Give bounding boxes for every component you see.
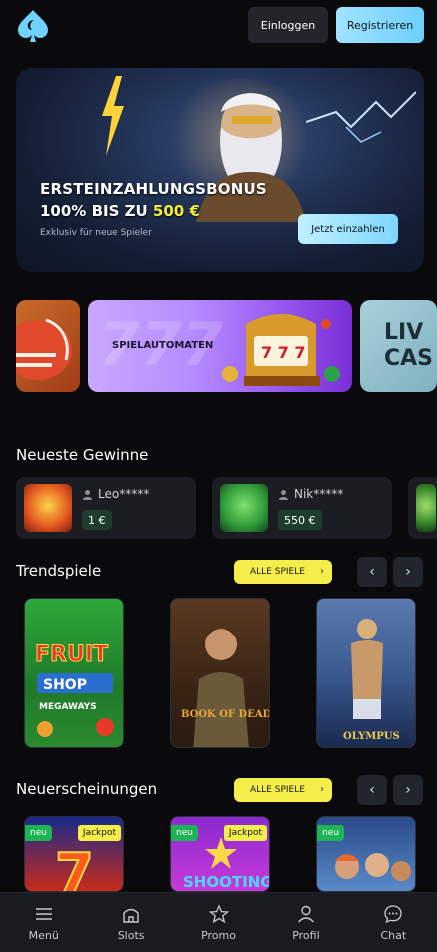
latest-wins-list: Leo***** 1 € Nik***** 550 € <box>16 477 437 541</box>
game-card-new-1[interactable]: 7 neu Jackpot <box>24 816 124 892</box>
nav-promo[interactable]: Promo <box>175 893 262 952</box>
hamburger-menu-icon <box>35 908 52 920</box>
category-sports-card[interactable] <box>16 300 80 392</box>
svg-text:FRUIT: FRUIT <box>35 642 108 667</box>
win-user: Leo***** <box>82 487 149 501</box>
user-icon <box>279 489 288 500</box>
new-releases-all-games-button[interactable]: ALLE SPIELE › <box>234 778 332 802</box>
live-label-line1: LIV <box>384 320 424 345</box>
slot-machine-icon: 7 7 7 <box>222 314 340 386</box>
spade-logo-icon[interactable] <box>16 8 50 44</box>
svg-text:MEGAWAYS: MEGAWAYS <box>39 702 97 712</box>
lightning-streak <box>306 91 416 143</box>
category-live-casino-card[interactable]: LIV CAS <box>360 300 437 392</box>
chevron-right-icon: › <box>405 782 411 798</box>
chevron-right-icon: › <box>320 784 324 795</box>
game-thumbnail <box>24 484 72 532</box>
banner-offer-prefix: 100% BIS ZU <box>40 202 148 220</box>
win-card[interactable] <box>408 477 437 539</box>
jackpot-badge: Jackpot <box>77 825 121 841</box>
trending-prev-button[interactable]: ‹ <box>357 557 387 587</box>
category-slots-card[interactable]: 777 SPIELAUTOMATEN 7 7 7 <box>88 300 352 392</box>
user-profile-icon <box>297 905 314 923</box>
jackpot-badge: Jackpot <box>223 825 267 841</box>
game-card-fruit-shop[interactable]: FRUIT SHOP MEGAWAYS <box>24 598 124 748</box>
live-label-line2: CAS <box>384 346 434 371</box>
svg-text:7: 7 <box>55 842 94 892</box>
chevron-right-icon: › <box>320 566 324 577</box>
svg-text:BOOK OF DEAD: BOOK OF DEAD <box>181 709 270 720</box>
win-card[interactable]: Leo***** 1 € <box>16 477 196 539</box>
game-card-new-3[interactable]: neu <box>316 816 416 892</box>
latest-wins-title: Neueste Gewinne <box>16 446 149 464</box>
win-amount: 1 € <box>82 510 112 530</box>
user-icon <box>83 489 92 500</box>
game-thumbnail <box>220 484 268 532</box>
all-games-label: ALLE SPIELE <box>250 567 305 577</box>
chat-bubble-icon <box>384 905 402 924</box>
bottom-navigation: Menü Slots Promo Profil Chat <box>0 892 437 952</box>
football-helmet-icon <box>16 318 72 380</box>
nav-chat[interactable]: Chat <box>350 893 437 952</box>
banner-offer: 100% BIS ZU 500 € <box>40 200 200 222</box>
svg-text:SHOOTING: SHOOTING <box>183 873 270 891</box>
header: Einloggen Registrieren <box>0 0 437 52</box>
first-deposit-bonus-banner[interactable]: ERSTEINZAHLUNGSBONUS 100% BIS ZU 500 € E… <box>16 68 424 272</box>
olympus-artwork: OLYMPUS <box>343 619 400 742</box>
win-username: Nik***** <box>294 487 344 501</box>
category-slots-label: SPIELAUTOMATEN <box>112 340 214 351</box>
game-card-book-of-dead[interactable]: BOOK OF DEAD <box>170 598 270 748</box>
new-releases-next-button[interactable]: › <box>393 775 423 805</box>
game-card-new-2[interactable]: SHOOTING neu Jackpot <box>170 816 270 892</box>
nav-menu-label: Menü <box>28 929 59 942</box>
banner-subtitle: Exklusiv für neue Spieler <box>40 228 152 238</box>
new-badge: neu <box>171 825 198 841</box>
home-arch-icon <box>123 908 139 923</box>
trending-title: Trendspiele <box>16 562 102 580</box>
fruit-shop-artwork: FRUIT SHOP MEGAWAYS <box>35 642 114 737</box>
nav-profile-label: Profil <box>292 929 320 942</box>
win-amount: 550 € <box>278 510 322 530</box>
new-releases-title: Neuerscheinungen <box>16 780 158 798</box>
deposit-now-button[interactable]: Jetzt einzahlen <box>298 214 398 244</box>
category-carousel[interactable]: 777 SPIELAUTOMATEN 7 7 7 LIV CAS <box>0 300 437 392</box>
lightning-bolt-icon <box>102 76 124 156</box>
nav-menu[interactable]: Menü <box>0 893 87 952</box>
banner-offer-amount: 500 € <box>152 202 200 220</box>
nav-promo-label: Promo <box>201 929 236 942</box>
banner-title: ERSTEINZAHLUNGSBONUS <box>40 180 267 198</box>
svg-text:OLYMPUS: OLYMPUS <box>343 731 400 742</box>
star-icon <box>208 904 229 924</box>
new-releases-prev-button[interactable]: ‹ <box>357 775 387 805</box>
login-button[interactable]: Einloggen <box>248 7 328 43</box>
book-of-dead-artwork: BOOK OF DEAD <box>181 628 270 747</box>
category-live-casino-label: LIV CAS <box>384 320 433 372</box>
nav-profile[interactable]: Profil <box>262 893 349 952</box>
win-card[interactable]: Nik***** 550 € <box>212 477 392 539</box>
nav-slots[interactable]: Slots <box>87 893 174 952</box>
chevron-left-icon: ‹ <box>369 782 375 798</box>
trending-next-button[interactable]: › <box>393 557 423 587</box>
chevron-left-icon: ‹ <box>369 564 375 580</box>
nav-chat-label: Chat <box>380 929 407 942</box>
nav-slots-label: Slots <box>117 929 145 942</box>
chevron-right-icon: › <box>405 564 411 580</box>
register-button[interactable]: Registrieren <box>336 7 424 43</box>
game-card-olympus[interactable]: OLYMPUS <box>316 598 416 748</box>
win-username: Leo***** <box>98 487 150 501</box>
svg-text:SHOP: SHOP <box>43 677 87 693</box>
trending-all-games-button[interactable]: ALLE SPIELE › <box>234 560 332 584</box>
new-badge: neu <box>25 825 52 841</box>
win-user: Nik***** <box>278 487 343 501</box>
all-games-label: ALLE SPIELE <box>250 785 305 795</box>
new-badge: neu <box>317 825 344 841</box>
game-thumbnail <box>416 484 436 532</box>
svg-text:7 7 7: 7 7 7 <box>261 343 306 362</box>
